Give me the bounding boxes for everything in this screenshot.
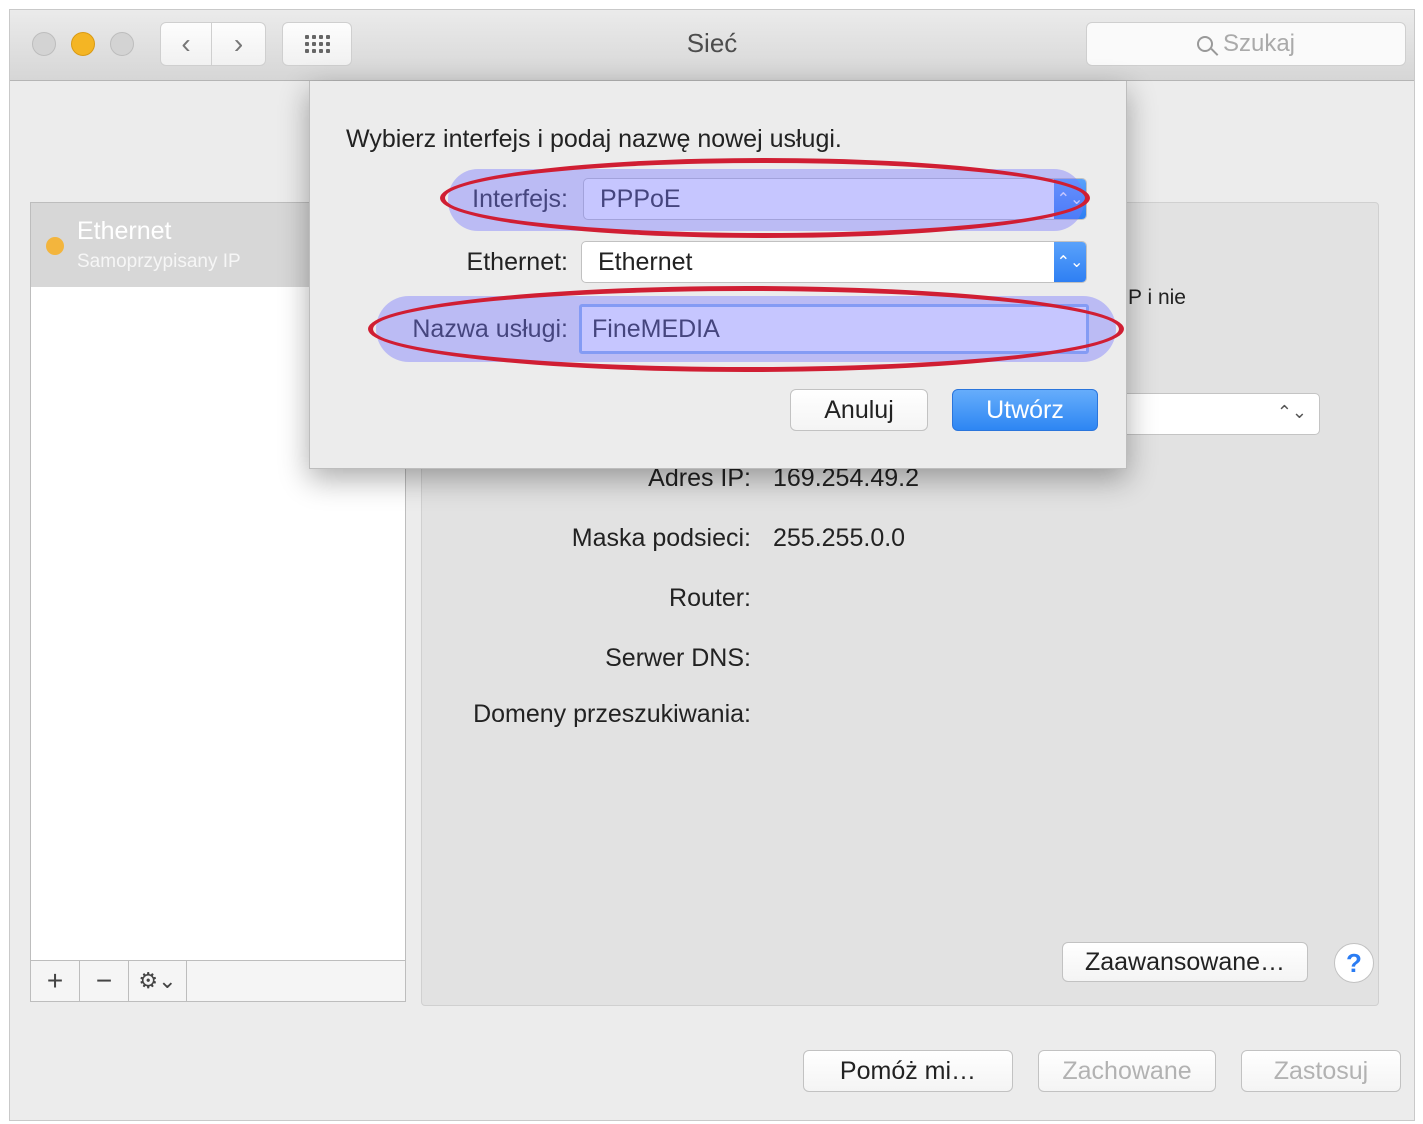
advanced-button[interactable]: Zaawansowane…: [1062, 942, 1308, 982]
service-status: Samoprzypisany IP: [77, 251, 241, 272]
help-button[interactable]: ?: [1334, 943, 1374, 983]
search-domains-label: Domeny przeszukiwania:: [473, 700, 751, 728]
configure-popup[interactable]: ⌃⌄: [1120, 393, 1320, 435]
cancel-button[interactable]: Anuluj: [790, 389, 928, 431]
gear-menu-button[interactable]: ⚙⌄: [129, 961, 187, 1001]
status-dot-icon: [46, 237, 64, 255]
interface-popup[interactable]: PPPoE ⌃⌄: [583, 178, 1087, 220]
router-label: Router:: [669, 584, 751, 612]
search-field[interactable]: Szukaj: [1086, 22, 1406, 66]
subnet-mask-value: 255.255.0.0: [773, 524, 906, 552]
search-placeholder: Szukaj: [1222, 30, 1296, 57]
service-name-value: FineMEDIA: [592, 314, 720, 343]
dns-server-label: Serwer DNS:: [605, 644, 751, 672]
assist-me-button[interactable]: Pomóż mi…: [803, 1050, 1013, 1092]
revert-button[interactable]: Zachowane: [1038, 1050, 1216, 1092]
interface-value: PPPoE: [600, 184, 681, 213]
updown-chevron-icon: ⌃⌄: [1276, 402, 1307, 422]
interface-label: Interfejs:: [472, 185, 568, 213]
search-icon: [1196, 36, 1213, 52]
sheet-prompt: Wybierz interfejs i podaj nazwę nowej us…: [346, 125, 842, 153]
title-bar: ‹ › Sieć Szukaj: [10, 10, 1414, 81]
new-service-sheet: Wybierz interfejs i podaj nazwę nowej us…: [309, 81, 1127, 469]
status-description-fragment: P i nie: [1128, 286, 1186, 309]
service-name-label: Nazwa usługi:: [412, 315, 568, 343]
create-button[interactable]: Utwórz: [952, 389, 1098, 431]
ethernet-label: Ethernet:: [466, 248, 568, 276]
ethernet-value: Ethernet: [598, 247, 693, 276]
subnet-mask-label: Maska podsieci:: [571, 524, 751, 552]
service-name-input[interactable]: FineMEDIA: [579, 304, 1089, 354]
service-name: Ethernet: [77, 217, 172, 245]
add-service-button[interactable]: +: [31, 961, 80, 1001]
updown-chevron-icon: ⌃⌄: [1054, 242, 1086, 282]
question-mark-icon: ?: [1346, 947, 1362, 978]
remove-service-button[interactable]: −: [80, 961, 129, 1001]
apply-button[interactable]: Zastosuj: [1241, 1050, 1401, 1092]
updown-chevron-icon: ⌃⌄: [1054, 179, 1086, 219]
service-list-toolbar: + − ⚙⌄: [31, 960, 405, 1001]
ethernet-popup[interactable]: Ethernet ⌃⌄: [581, 241, 1087, 283]
